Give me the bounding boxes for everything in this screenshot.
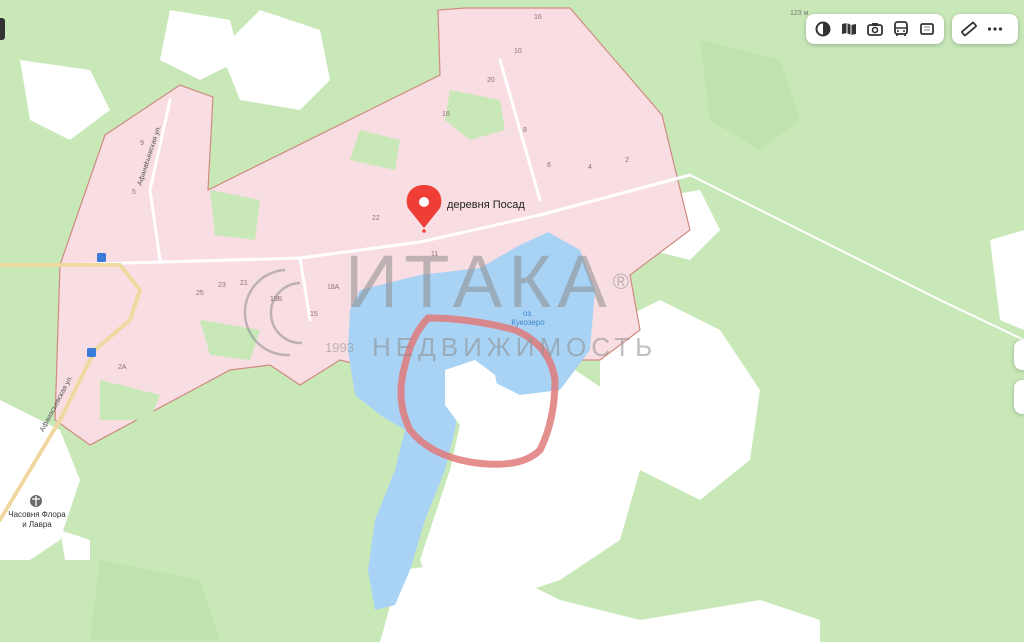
house-number: 2А [118, 364, 127, 371]
layers-icon[interactable] [810, 16, 836, 42]
house-number: 5 [132, 189, 136, 196]
ruler-icon[interactable] [956, 16, 982, 42]
watermark-year: 1993 [325, 340, 354, 355]
house-number: 20 [487, 77, 495, 84]
chapel-label-line2: и Лавра [22, 520, 52, 529]
camera-icon[interactable] [862, 16, 888, 42]
house-number: 8 [523, 127, 527, 134]
house-number: 18 [442, 111, 450, 118]
bus-icon[interactable] [888, 16, 914, 42]
house-number: 22 [372, 215, 380, 222]
geolocation-panel-edge[interactable] [1014, 380, 1024, 414]
chapel-label[interactable]: Часовня Флора и Лавра [2, 510, 72, 530]
settlement-label[interactable]: деревня Посад [447, 199, 525, 211]
bus-stop-icon [97, 253, 106, 262]
watermark-subtitle: НЕДВИЖИМОСТЬ [372, 332, 658, 362]
chapel-label-line1: Часовня Флора [8, 510, 66, 519]
map-book-icon[interactable] [836, 16, 862, 42]
house-number: 10 [514, 48, 522, 55]
map-layers-toolbar [806, 14, 944, 44]
watermark-brand-text: ИТАКА [345, 240, 613, 323]
zoom-panel-edge[interactable] [1014, 340, 1024, 370]
house-number: 16 [534, 14, 542, 21]
house-number: 4 [588, 164, 592, 171]
house-number: 25 [196, 290, 204, 297]
house-number: 7 [143, 162, 147, 169]
watermark-registered: ® [612, 269, 635, 294]
panorama-icon[interactable] [914, 16, 940, 42]
house-number: 6 [547, 162, 551, 169]
bus-stop-icon [87, 348, 96, 357]
side-panel-toggle[interactable] [0, 18, 5, 40]
scale-label: 123 м [790, 10, 809, 17]
house-number: 21 [240, 280, 248, 287]
chapel-icon [30, 495, 42, 507]
house-number: 2 [625, 157, 629, 164]
house-number: 9 [140, 140, 144, 147]
watermark-brand: ИТАКА® [345, 242, 635, 322]
house-number: 19Б [270, 296, 283, 303]
house-number: 23 [218, 282, 226, 289]
map-tools-toolbar [952, 14, 1018, 44]
house-number: 15 [310, 311, 318, 318]
house-number: 18А [327, 284, 340, 291]
more-icon[interactable] [982, 16, 1008, 42]
